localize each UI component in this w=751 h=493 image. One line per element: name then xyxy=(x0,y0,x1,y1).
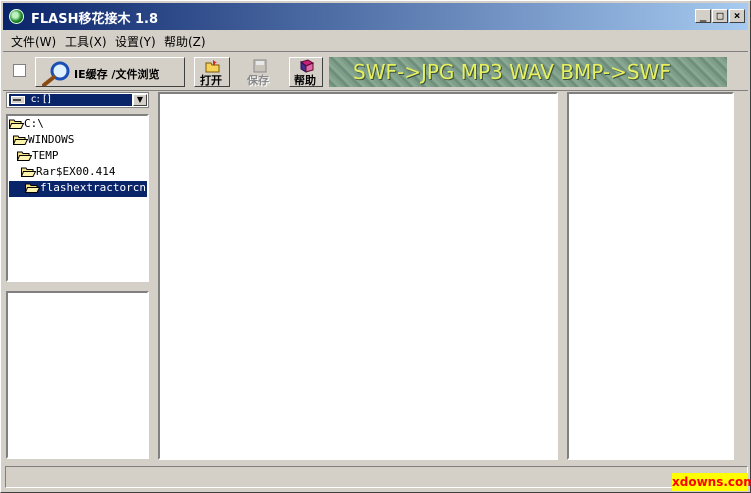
open-folder-icon xyxy=(205,60,220,73)
banner-text: SWF->JPG MP3 WAV BMP->SWF xyxy=(353,60,671,84)
help-book-icon xyxy=(299,59,315,73)
drive-selected: c: [] xyxy=(9,94,132,106)
watermark: xdowns.com xyxy=(672,473,751,491)
app-window: FLASH移花接木 1.8 _ □ × 文件(W) 工具(X) 设置(Y) 帮助… xyxy=(0,0,751,493)
window-title: FLASH移花接木 1.8 xyxy=(31,12,159,27)
ie-cache-browse-button[interactable]: IE缓存 /文件浏览 xyxy=(35,57,185,87)
tree-item-label: C:\ xyxy=(24,117,44,130)
drive-dropdown-arrow-icon[interactable]: ▼ xyxy=(133,94,147,106)
tree-item[interactable]: Rar$EX00.414 xyxy=(21,165,115,181)
preview-pane[interactable] xyxy=(158,92,558,460)
help-label: 帮助 xyxy=(294,74,316,87)
tree-item-label: Rar$EX00.414 xyxy=(36,165,116,178)
menu-help[interactable]: 帮助(Z) xyxy=(164,33,206,50)
ie-cache-label: IE缓存 /文件浏览 xyxy=(74,68,160,81)
minimize-button[interactable]: _ xyxy=(695,9,711,23)
close-button[interactable]: × xyxy=(729,9,745,23)
drive-select[interactable]: c: [] ▼ xyxy=(6,92,149,108)
open-folder-icon xyxy=(17,151,32,161)
tree-item-label: flashextractorcn xyxy=(40,181,146,194)
save-label: 保存 xyxy=(247,74,269,87)
tree-item-selected[interactable]: flashextractorcn xyxy=(9,181,147,197)
drive-label: c: [] xyxy=(31,94,51,105)
menu-tools[interactable]: 工具(X) xyxy=(65,33,107,50)
save-disk-icon xyxy=(253,59,267,73)
menu-file[interactable]: 文件(W) xyxy=(11,33,56,50)
magnifier-icon xyxy=(42,61,70,86)
tree-item-label: TEMP xyxy=(32,149,59,162)
maximize-button[interactable]: □ xyxy=(712,9,728,23)
menu-bar: 文件(W) 工具(X) 设置(Y) 帮助(Z) xyxy=(3,31,748,49)
open-folder-icon xyxy=(21,167,36,177)
tree-item[interactable]: WINDOWS xyxy=(13,133,74,149)
open-folder-icon xyxy=(25,183,40,193)
drive-icon xyxy=(11,96,25,104)
status-bar xyxy=(5,466,748,488)
resource-list[interactable] xyxy=(567,92,734,460)
title-bar[interactable]: FLASH移花接木 1.8 _ □ × xyxy=(3,3,748,30)
open-label: 打开 xyxy=(200,74,222,87)
tree-item-label: WINDOWS xyxy=(28,133,75,146)
app-icon[interactable] xyxy=(9,9,24,24)
open-folder-icon xyxy=(13,135,28,145)
format-banner: SWF->JPG MP3 WAV BMP->SWF xyxy=(329,57,727,87)
tree-item[interactable]: TEMP xyxy=(17,149,59,165)
ie-cache-checkbox[interactable] xyxy=(13,64,26,77)
menu-settings[interactable]: 设置(Y) xyxy=(115,33,156,50)
file-list[interactable] xyxy=(6,291,149,459)
save-button[interactable]: 保存 xyxy=(241,57,277,87)
open-button[interactable]: 打开 xyxy=(194,57,230,87)
tree-item[interactable]: C:\ xyxy=(9,117,44,133)
toolbar-separator xyxy=(3,90,748,91)
directory-tree[interactable]: C:\ WINDOWS TEMP Rar$EX00.414 flashextra… xyxy=(6,114,149,282)
help-button[interactable]: 帮助 xyxy=(289,57,323,87)
open-folder-icon xyxy=(9,119,24,129)
